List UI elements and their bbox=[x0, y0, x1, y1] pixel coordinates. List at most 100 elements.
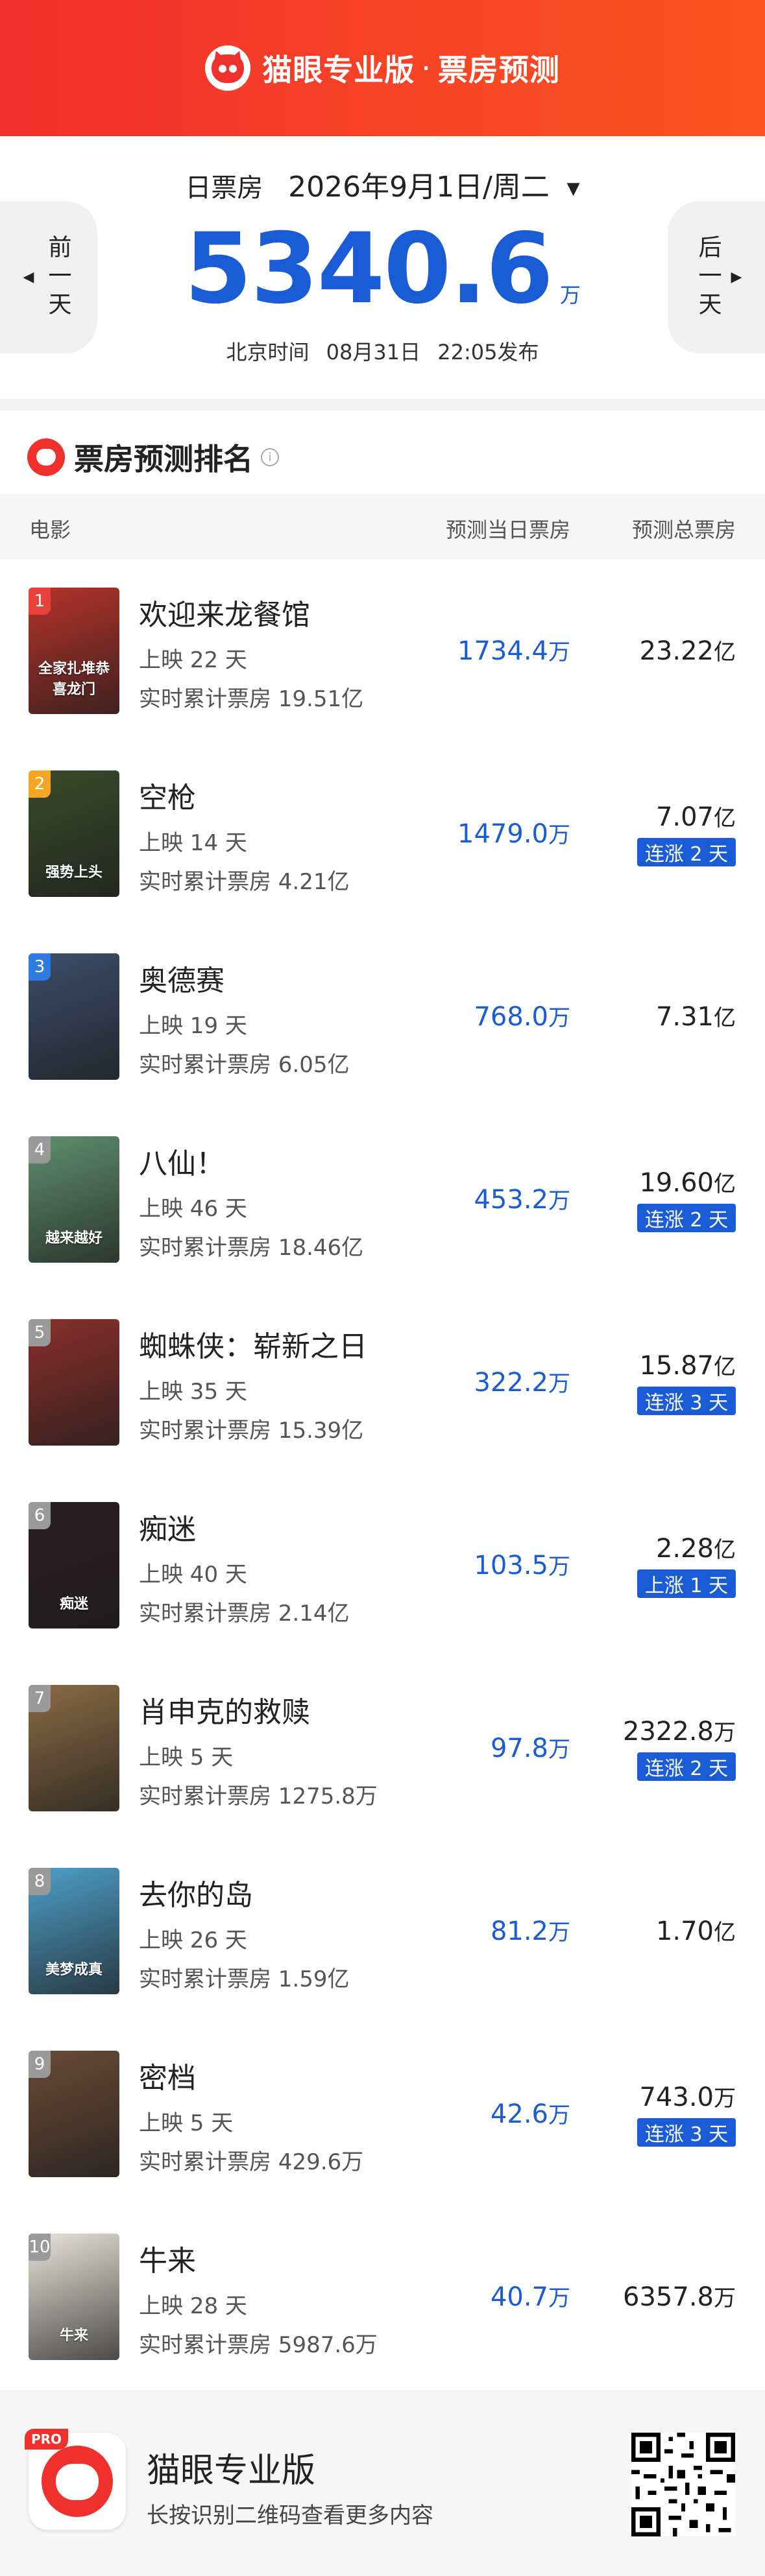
arrow-left-icon: ◀ bbox=[23, 269, 34, 285]
movie-name[interactable]: 痴迷 bbox=[139, 1506, 196, 1547]
movie-row[interactable]: 2 强势上头 空枪 上映 14 天 实时累计票房 4.21亿 1479.0万 7… bbox=[0, 742, 765, 925]
movie-name[interactable]: 蜘蛛侠：崭新之日 bbox=[139, 1323, 367, 1365]
day-forecast-value: 103.5万 bbox=[474, 1551, 570, 1580]
cumulative-box-office: 实时累计票房 2.14亿 bbox=[139, 1601, 350, 1627]
movie-poster[interactable]: 7 bbox=[29, 1685, 119, 1811]
publish-info: 北京时间 08月31日 22:05发布 bbox=[0, 336, 765, 366]
publish-time: 22:05发布 bbox=[437, 340, 539, 364]
poster-title: 越来越好 bbox=[45, 1230, 103, 1246]
maoyan-cat-icon bbox=[205, 45, 251, 91]
prev-day-button[interactable]: ◀ 前一天 bbox=[0, 201, 97, 353]
day-forecast-value: 40.7万 bbox=[490, 2282, 570, 2312]
rank-badge: 8 bbox=[29, 1868, 51, 1895]
cumulative-box-office: 实时累计票房 429.6万 bbox=[139, 2149, 364, 2175]
movie-name[interactable]: 八仙！ bbox=[139, 1140, 225, 1182]
rank-badge: 2 bbox=[29, 770, 51, 798]
cumulative-box-office: 实时累计票房 4.21亿 bbox=[139, 869, 350, 895]
movie-name[interactable]: 空枪 bbox=[139, 774, 196, 816]
header-banner: 猫眼专业版 · 票房预测 bbox=[0, 0, 765, 136]
movie-name[interactable]: 奥德赛 bbox=[139, 957, 225, 999]
date-selector[interactable]: 日票房 2026年9月1日/周二 ▼ bbox=[0, 163, 765, 205]
movie-poster[interactable]: 5 bbox=[29, 1319, 119, 1446]
release-days: 上映 40 天 bbox=[139, 1562, 247, 1588]
poster-title: 全家扎堆恭喜龙门 bbox=[38, 661, 110, 698]
movie-list: 1 全家扎堆恭喜龙门 欢迎来龙餐馆 上映 22 天 实时累计票房 19.51亿 … bbox=[0, 559, 765, 2388]
ranking-header: 票房预测排名 i bbox=[27, 436, 279, 479]
total-unit: 万 bbox=[559, 283, 581, 307]
release-days: 上映 19 天 bbox=[139, 1013, 247, 1039]
rank-badge: 6 bbox=[29, 1502, 51, 1529]
rank-badge: 10 bbox=[29, 2234, 51, 2261]
movie-poster[interactable]: 9 bbox=[29, 2051, 119, 2177]
trend-badge: 连涨 3 天 bbox=[637, 1387, 736, 1415]
poster-title: 痴迷 bbox=[59, 1596, 88, 1612]
day-forecast-value: 97.8万 bbox=[490, 1734, 570, 1763]
ranking-title: 票房预测排名 bbox=[74, 442, 253, 477]
movie-poster[interactable]: 2 强势上头 bbox=[29, 770, 119, 897]
movie-row[interactable]: 8 美梦成真 去你的岛 上映 26 天 实时累计票房 1.59亿 81.2万 1… bbox=[0, 1839, 765, 2022]
trend-badge: 连涨 2 天 bbox=[637, 1752, 736, 1781]
movie-row[interactable]: 5 蜘蛛侠：崭新之日 上映 35 天 实时累计票房 15.39亿 322.2万 … bbox=[0, 1291, 765, 1473]
movie-row[interactable]: 4 越来越好 八仙！ 上映 46 天 实时累计票房 18.46亿 453.2万 … bbox=[0, 1108, 765, 1291]
section-divider bbox=[0, 399, 765, 411]
total-forecast-value: 2.28亿 bbox=[655, 1534, 736, 1564]
qr-code-icon[interactable] bbox=[631, 2433, 735, 2536]
release-days: 上映 28 天 bbox=[139, 2293, 247, 2319]
rank-badge: 7 bbox=[29, 1685, 51, 1712]
date-label: 日票房 bbox=[185, 173, 263, 203]
cumulative-box-office: 实时累计票房 18.46亿 bbox=[139, 1235, 364, 1261]
column-day-forecast: 预测当日票房 bbox=[445, 518, 570, 542]
cumulative-box-office: 实时累计票房 1275.8万 bbox=[139, 1783, 378, 1809]
total-forecast-value: 23.22亿 bbox=[639, 636, 736, 666]
movie-poster[interactable]: 1 全家扎堆恭喜龙门 bbox=[29, 588, 119, 714]
rank-badge: 1 bbox=[29, 588, 51, 615]
release-days: 上映 14 天 bbox=[139, 830, 247, 856]
movie-name[interactable]: 去你的岛 bbox=[139, 1872, 253, 1913]
footer-hint: 长按识别二维码查看更多内容 bbox=[147, 2503, 433, 2529]
movie-poster[interactable]: 8 美梦成真 bbox=[29, 1868, 119, 1994]
cumulative-box-office: 实时累计票房 19.51亿 bbox=[139, 686, 364, 712]
pro-badge: PRO bbox=[25, 2429, 69, 2450]
brand-title: 猫眼专业版 · 票房预测 bbox=[205, 45, 560, 91]
movie-poster[interactable]: 6 痴迷 bbox=[29, 1502, 119, 1628]
section-title: 票房预测 bbox=[437, 53, 560, 88]
movie-name[interactable]: 密档 bbox=[139, 2055, 196, 2096]
movie-row[interactable]: 3 奥德赛 上映 19 天 实时累计票房 6.05亿 768.0万 7.31亿 bbox=[0, 925, 765, 1108]
title-separator: · bbox=[421, 51, 431, 86]
movie-poster[interactable]: 3 bbox=[29, 953, 119, 1080]
daily-box-office-card: 日票房 2026年9月1日/周二 ▼ 5340.6 万 北京时间 08月31日 2… bbox=[0, 136, 765, 399]
release-days: 上映 26 天 bbox=[139, 1927, 247, 1953]
movie-row[interactable]: 1 全家扎堆恭喜龙门 欢迎来龙餐馆 上映 22 天 实时累计票房 19.51亿 … bbox=[0, 559, 765, 742]
movie-row[interactable]: 7 肖申克的救赎 上映 5 天 实时累计票房 1275.8万 97.8万 232… bbox=[0, 1656, 765, 1839]
movie-row[interactable]: 9 密档 上映 5 天 实时累计票房 429.6万 42.6万 743.0万 连… bbox=[0, 2022, 765, 2205]
brand-name: 猫眼专业版 bbox=[262, 53, 415, 88]
total-forecast-value: 7.07亿 bbox=[655, 802, 736, 832]
info-icon[interactable]: i bbox=[261, 448, 279, 466]
caret-down-icon[interactable]: ▼ bbox=[567, 179, 580, 198]
trend-badge: 连涨 2 天 bbox=[637, 1204, 736, 1232]
day-forecast-value: 42.6万 bbox=[490, 2099, 570, 2129]
total-forecast-value: 1.70亿 bbox=[655, 1916, 736, 1946]
total-forecast-value: 19.60亿 bbox=[639, 1168, 736, 1198]
day-forecast-value: 453.2万 bbox=[474, 1185, 570, 1215]
next-day-button[interactable]: 后一天 ▶ bbox=[668, 201, 765, 353]
footer-app-name: 猫眼专业版 bbox=[147, 2451, 316, 2490]
maoyan-cat-icon bbox=[42, 2446, 113, 2517]
movie-name[interactable]: 肖申克的救赎 bbox=[139, 1689, 310, 1730]
total-forecast-value: 2322.8万 bbox=[623, 1717, 736, 1747]
movie-name[interactable]: 牛来 bbox=[139, 2237, 196, 2279]
movie-row[interactable]: 10 牛来 牛来 上映 28 天 实时累计票房 5987.6万 40.7万 63… bbox=[0, 2205, 765, 2388]
day-forecast-value: 1734.4万 bbox=[457, 636, 570, 666]
movie-row[interactable]: 6 痴迷 痴迷 上映 40 天 实时累计票房 2.14亿 103.5万 2.28… bbox=[0, 1473, 765, 1656]
cumulative-box-office: 实时累计票房 1.59亿 bbox=[139, 1966, 350, 1992]
cumulative-box-office: 实时累计票房 15.39亿 bbox=[139, 1418, 364, 1444]
release-days: 上映 5 天 bbox=[139, 1745, 234, 1771]
table-header: 电影 预测当日票房 预测总票房 bbox=[0, 494, 765, 559]
trend-badge: 上涨 1 天 bbox=[637, 1569, 736, 1598]
movie-name[interactable]: 欢迎来龙餐馆 bbox=[139, 591, 310, 633]
arrow-right-icon: ▶ bbox=[731, 269, 742, 285]
footer-promo: PRO 猫眼专业版 长按识别二维码查看更多内容 bbox=[0, 2390, 765, 2576]
movie-poster[interactable]: 4 越来越好 bbox=[29, 1136, 119, 1263]
selected-date[interactable]: 2026年9月1日/周二 bbox=[288, 171, 550, 204]
movie-poster[interactable]: 10 牛来 bbox=[29, 2234, 119, 2360]
